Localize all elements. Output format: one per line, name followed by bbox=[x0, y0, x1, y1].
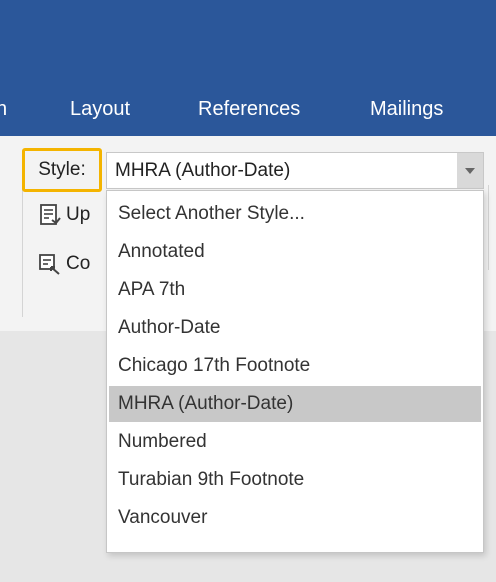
menu-item-author-date[interactable]: Author-Date bbox=[109, 310, 481, 346]
update-table-button[interactable]: Up bbox=[38, 200, 90, 230]
menu-item-select-another-style[interactable]: Select Another Style... bbox=[109, 196, 481, 232]
menu-item-vancouver[interactable]: Vancouver bbox=[109, 500, 481, 536]
style-dropdown[interactable]: MHRA (Author-Date) bbox=[106, 152, 484, 189]
update-table-label: Up bbox=[66, 204, 91, 225]
tab-layout[interactable]: Layout bbox=[70, 98, 130, 121]
dropdown-arrow-button[interactable] bbox=[457, 153, 483, 188]
convert-icon bbox=[39, 254, 60, 275]
menu-item-mhra-author-date[interactable]: MHRA (Author-Date) bbox=[109, 386, 481, 422]
style-label: Style: bbox=[22, 148, 102, 192]
ribbon-group-divider bbox=[22, 182, 23, 317]
menu-item-numbered[interactable]: Numbered bbox=[109, 424, 481, 460]
tab-mailings[interactable]: Mailings bbox=[370, 98, 443, 121]
title-bar bbox=[0, 0, 496, 86]
convert-label: Co bbox=[66, 253, 91, 274]
menu-item-turabian-9th-footnote[interactable]: Turabian 9th Footnote bbox=[109, 462, 481, 498]
tab-references[interactable]: References bbox=[198, 98, 300, 121]
update-table-icon bbox=[40, 204, 61, 225]
ribbon-group-divider-right bbox=[488, 185, 489, 270]
convert-button[interactable]: Co bbox=[38, 249, 90, 279]
menu-item-apa-7th[interactable]: APA 7th bbox=[109, 272, 481, 308]
style-label-text: Style: bbox=[38, 159, 86, 180]
chevron-down-icon bbox=[465, 167, 475, 174]
ribbon-tab-bar: n Layout References Mailings bbox=[0, 86, 496, 136]
style-dropdown-value: MHRA (Author-Date) bbox=[115, 160, 291, 181]
style-dropdown-menu: Select Another Style... Annotated APA 7t… bbox=[106, 190, 484, 553]
menu-item-annotated[interactable]: Annotated bbox=[109, 234, 481, 270]
tab-design-partial[interactable]: n bbox=[0, 98, 7, 121]
menu-item-chicago-17th-footnote[interactable]: Chicago 17th Footnote bbox=[109, 348, 481, 384]
